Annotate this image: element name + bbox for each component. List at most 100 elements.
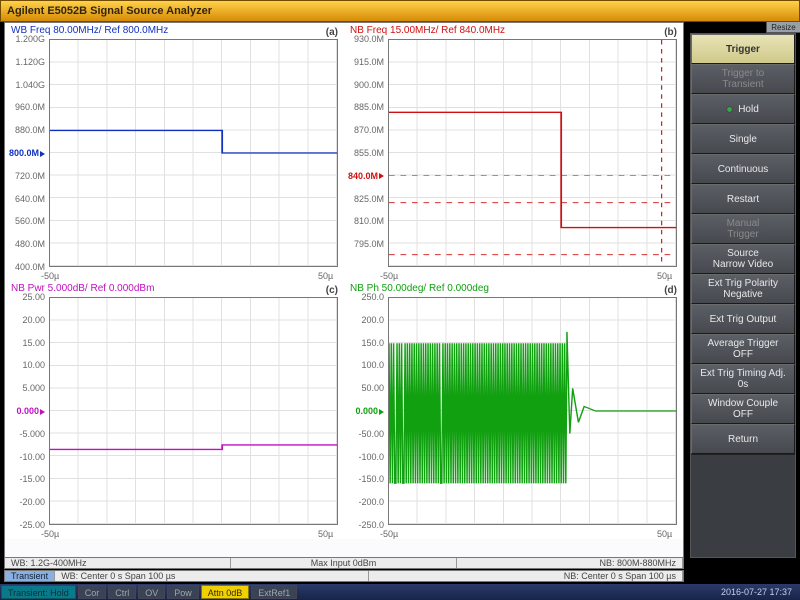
- y-tick-label: 0.000: [7, 406, 45, 416]
- panel-d-letter: (d): [664, 285, 677, 296]
- clock-text: 2016-07-27 17:37: [721, 587, 800, 597]
- y-tick-label: 1.200G: [7, 34, 45, 44]
- panel-a: WB Freq 80.00MHz/ Ref 800.0MHz (a) 1.200…: [5, 23, 344, 281]
- x-right-label: 50µ: [318, 271, 333, 281]
- y-tick-label: 915.0M: [346, 57, 384, 67]
- panel-d: NB Ph 50.00deg/ Ref 0.000deg (d) 250.020…: [344, 281, 683, 539]
- y-tick-label: 10.00: [7, 360, 45, 370]
- panel-d-grid[interactable]: [388, 297, 677, 525]
- softkey-7[interactable]: Ext Trig Polarity Negative: [691, 274, 795, 304]
- y-tick-label: -5.000: [7, 429, 45, 439]
- y-tick-label: -200.0: [346, 497, 384, 507]
- x-left-label: -50µ: [380, 271, 398, 281]
- y-tick-label: -20.00: [7, 497, 45, 507]
- softkey-1[interactable]: Hold: [691, 94, 795, 124]
- softkey-label: Continuous: [718, 164, 769, 175]
- pill-extref: ExtRef1: [251, 585, 297, 599]
- softkey-label: Average Trigger OFF: [708, 338, 779, 360]
- softkey-11[interactable]: Window Couple OFF: [691, 394, 795, 424]
- app-title: Agilent E5052B Signal Source Analyzer: [7, 5, 212, 17]
- x-right-label: 50µ: [657, 271, 672, 281]
- y-tick-label: 50.00: [346, 383, 384, 393]
- panel-b-letter: (b): [664, 27, 677, 38]
- softkey-8[interactable]: Ext Trig Output: [691, 304, 795, 334]
- panel-b: NB Freq 15.00MHz/ Ref 840.0MHz (b) 930.0…: [344, 23, 683, 281]
- softkey-label: Source Narrow Video: [713, 248, 773, 270]
- y-tick-label: 250.0: [346, 292, 384, 302]
- panel-c-grid[interactable]: [49, 297, 338, 525]
- y-tick-label: 1.040G: [7, 80, 45, 90]
- x-right-label: 50µ: [657, 529, 672, 539]
- y-tick-label: 880.0M: [7, 125, 45, 135]
- y-tick-label: 900.0M: [346, 80, 384, 90]
- y-tick-label: 960.0M: [7, 102, 45, 112]
- softkey-sidebar: Trigger Trigger to TransientHoldSingleCo…: [690, 33, 796, 558]
- window-titlebar: Agilent E5052B Signal Source Analyzer: [0, 0, 800, 22]
- y-tick-label: 0.000: [346, 406, 384, 416]
- softkey-label: Manual Trigger: [727, 218, 760, 240]
- y-tick-label: -15.00: [7, 474, 45, 484]
- softkey-label: Window Couple OFF: [708, 398, 778, 420]
- panel-a-grid[interactable]: [49, 39, 338, 267]
- status-max-input: Max Input 0dBm: [231, 558, 457, 568]
- y-tick-label: 20.00: [7, 315, 45, 325]
- bottom-statusbar: Transient: Hold Cor Ctrl OV Pow Attn 0dB…: [0, 584, 800, 600]
- y-tick-label: 200.0: [346, 315, 384, 325]
- y-tick-label: 25.00: [7, 292, 45, 302]
- y-tick-label: 930.0M: [346, 34, 384, 44]
- x-left-label: -50µ: [41, 271, 59, 281]
- y-tick-label: 870.0M: [346, 125, 384, 135]
- panel-a-letter: (a): [326, 27, 338, 38]
- active-dot-icon: [727, 107, 732, 112]
- softkey-2[interactable]: Single: [691, 124, 795, 154]
- softkey-4[interactable]: Restart: [691, 184, 795, 214]
- panel-c: NB Pwr 5.000dB/ Ref 0.000dBm (c) 25.0020…: [5, 281, 344, 539]
- panel-b-trace: [389, 40, 676, 266]
- status-nb-center: NB: Center 0 s Span 100 µs: [369, 571, 683, 581]
- softkey-6[interactable]: Source Narrow Video: [691, 244, 795, 274]
- status-row-center: Transient WB: Center 0 s Span 100 µs NB:…: [4, 570, 684, 582]
- softkey-3[interactable]: Continuous: [691, 154, 795, 184]
- softkey-9[interactable]: Average Trigger OFF: [691, 334, 795, 364]
- pill-transient-hold: Transient: Hold: [1, 585, 76, 599]
- y-tick-label: 100.0: [346, 360, 384, 370]
- softkey-label: Return: [728, 434, 758, 445]
- softkey-label: Ext Trig Output: [710, 314, 777, 325]
- pill-ctrl: Ctrl: [108, 585, 136, 599]
- y-tick-label: 840.0M: [346, 171, 384, 181]
- softkey-10[interactable]: Ext Trig Timing Adj. 0s: [691, 364, 795, 394]
- softkey-label: Trigger to Transient: [722, 68, 764, 90]
- panel-d-trace: [389, 298, 676, 524]
- y-tick-label: 560.0M: [7, 216, 45, 226]
- status-nb-span: NB: 800M-880MHz: [457, 558, 683, 568]
- panel-c-letter: (c): [326, 285, 338, 296]
- y-tick-label: 480.0M: [7, 239, 45, 249]
- plot-area: WB Freq 80.00MHz/ Ref 800.0MHz (a) 1.200…: [4, 22, 684, 558]
- y-tick-label: 885.0M: [346, 102, 384, 112]
- y-tick-label: 800.0M: [7, 148, 45, 158]
- softkey-label: Hold: [738, 104, 759, 115]
- panel-b-grid[interactable]: [388, 39, 677, 267]
- y-tick-label: 150.0: [346, 338, 384, 348]
- softkey-label: Restart: [727, 194, 759, 205]
- softkey-12[interactable]: Return: [691, 424, 795, 454]
- y-tick-label: 720.0M: [7, 171, 45, 181]
- y-tick-label: -25.00: [7, 520, 45, 530]
- y-tick-label: 825.0M: [346, 194, 384, 204]
- y-tick-label: 795.0M: [346, 239, 384, 249]
- y-tick-label: 1.120G: [7, 57, 45, 67]
- y-tick-label: 855.0M: [346, 148, 384, 158]
- softkey-label: Ext Trig Polarity Negative: [708, 278, 778, 300]
- pill-cor: Cor: [78, 585, 107, 599]
- softkey-label: Ext Trig Timing Adj. 0s: [700, 368, 786, 390]
- x-left-label: -50µ: [41, 529, 59, 539]
- y-tick-label: -250.0: [346, 520, 384, 530]
- x-left-label: -50µ: [380, 529, 398, 539]
- y-tick-label: -50.00: [346, 429, 384, 439]
- status-transient-badge: Transient: [5, 571, 55, 581]
- x-right-label: 50µ: [318, 529, 333, 539]
- status-wb-span: WB: 1.2G-400MHz: [5, 558, 231, 568]
- status-wb-center: WB: Center 0 s Span 100 µs: [55, 571, 369, 581]
- resize-button[interactable]: Resize: [766, 22, 800, 33]
- softkey-label: Single: [729, 134, 757, 145]
